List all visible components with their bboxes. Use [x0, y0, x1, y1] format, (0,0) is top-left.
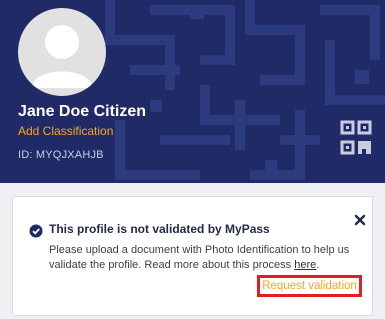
- notice-title: This profile is not validated by MyPass: [49, 222, 270, 236]
- profile-name: Jane Doe Citizen: [18, 103, 147, 120]
- notice-period: .: [316, 259, 320, 271]
- avatar[interactable]: [18, 8, 106, 96]
- validation-notice: This profile is not validated by MyPass …: [12, 196, 373, 316]
- profile-id: ID: MYQJXAHJB: [18, 149, 104, 161]
- close-icon[interactable]: [353, 213, 367, 227]
- profile-header: Jane Doe Citizen Add Classification ID: …: [0, 0, 385, 183]
- read-more-link[interactable]: here: [294, 259, 316, 271]
- notice-body: Please upload a document with Photo Iden…: [49, 243, 365, 273]
- request-validation-button[interactable]: Request validation: [257, 275, 362, 297]
- avatar-placeholder-icon: [32, 25, 92, 88]
- add-classification-link[interactable]: Add Classification: [18, 124, 113, 138]
- qr-code-icon[interactable]: [340, 120, 372, 156]
- check-badge-icon: [29, 224, 43, 238]
